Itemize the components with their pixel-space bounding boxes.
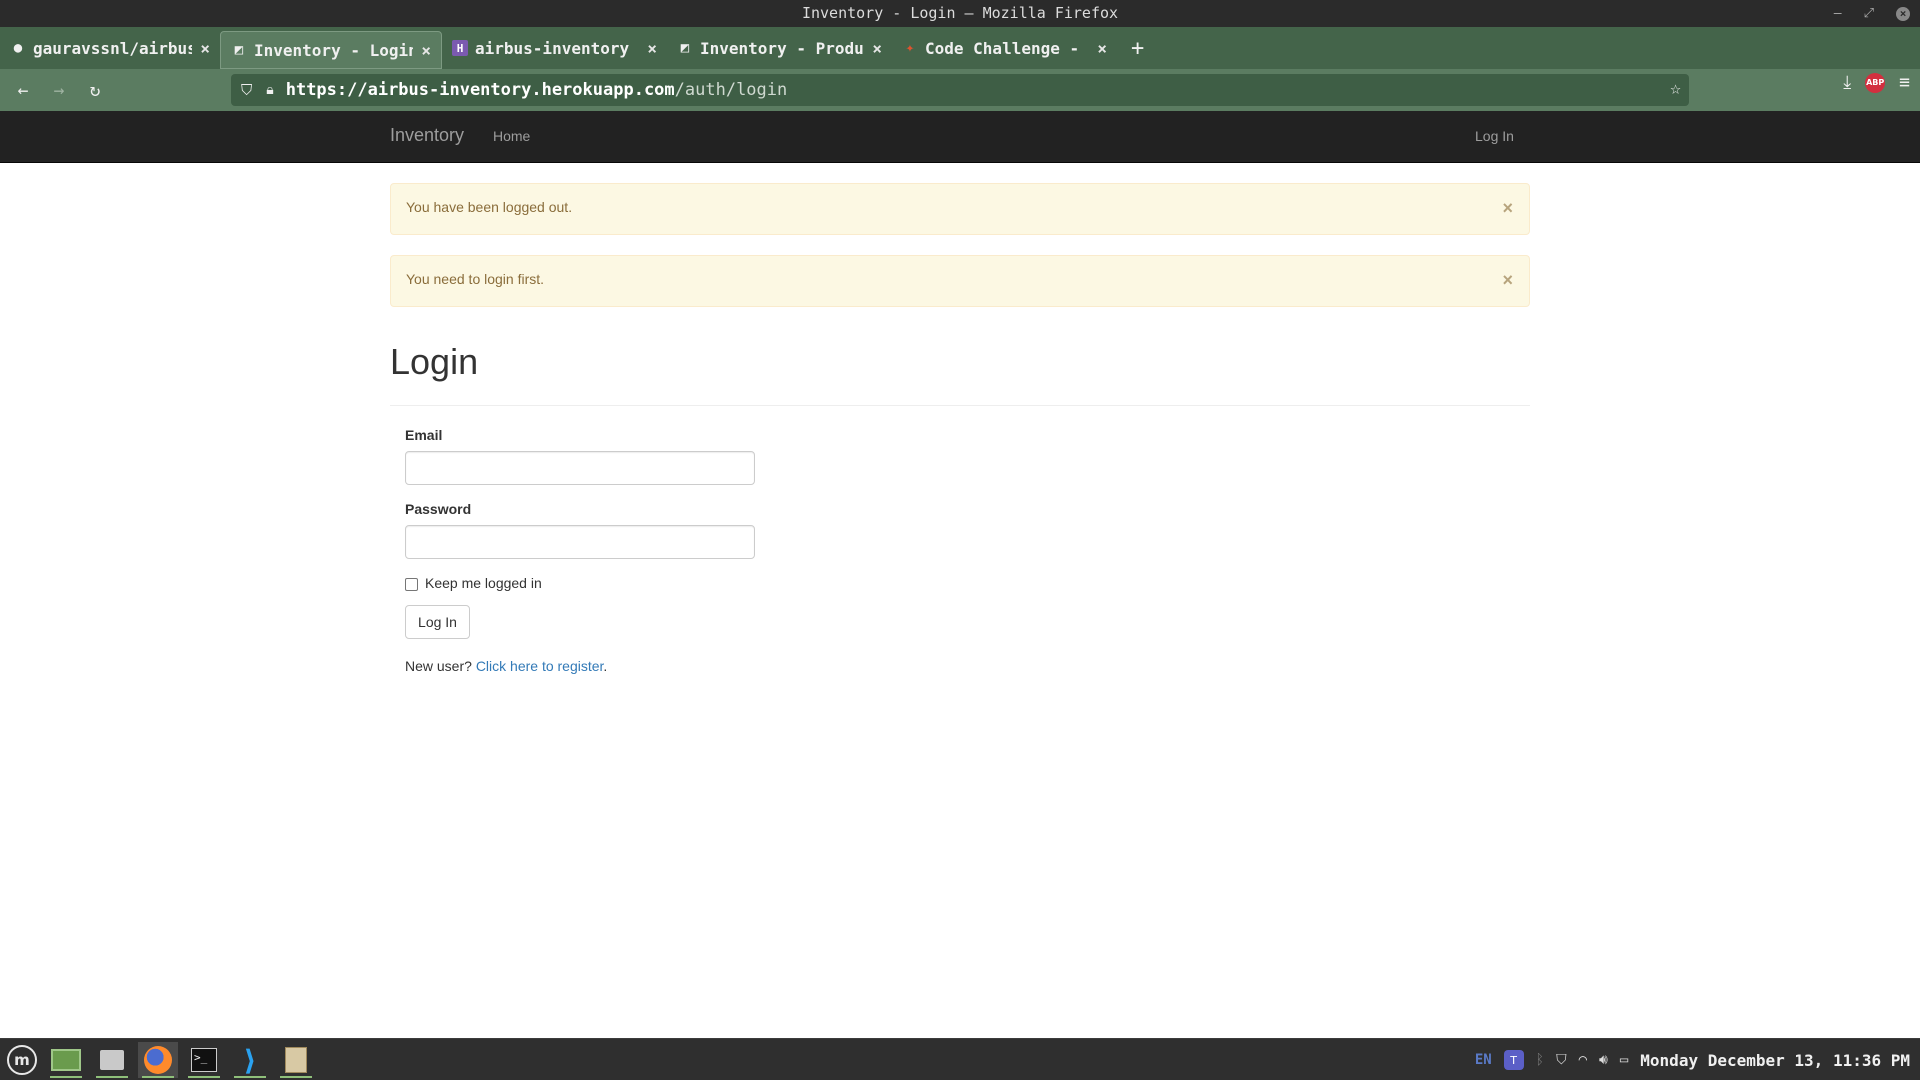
page-title: Login (390, 341, 479, 382)
register-line: New user? Click here to register. (405, 658, 607, 674)
tab-close-icon[interactable]: × (200, 39, 210, 58)
battery-icon[interactable]: ▭ (1620, 1052, 1628, 1068)
url-domain: https://airbus-inventory.herokuapp.com (285, 80, 675, 100)
alert-close-icon[interactable]: × (1502, 271, 1513, 289)
alert-close-icon[interactable]: × (1502, 199, 1513, 217)
divider (390, 405, 1530, 406)
web-page: Inventory Home Log In You have been logg… (0, 111, 1920, 1038)
tab-strip: ● gauravssnl/airbus- × ◩ Inventory - Log… (0, 27, 1920, 69)
tab-close-icon[interactable]: × (1097, 39, 1107, 58)
login-submit-button[interactable]: Log In (405, 605, 470, 639)
register-suffix: . (603, 658, 608, 674)
maximize-icon[interactable]: ⤢ (1864, 0, 1874, 27)
tab-close-icon[interactable]: × (421, 41, 431, 60)
url-bar[interactable]: ⛉ 🔒︎ https://airbus-inventory.herokuapp.… (231, 74, 1689, 106)
tab-inventory-products[interactable]: ◩ Inventory - Produc × (667, 29, 892, 67)
email-label: Email (405, 427, 443, 443)
window-controls: – ⤢ × (1834, 0, 1910, 27)
brand-link[interactable]: Inventory (390, 125, 464, 146)
window-title: Inventory - Login — Mozilla Firefox (801, 4, 1119, 22)
teams-icon[interactable]: T (1503, 1050, 1524, 1070)
vscode-icon: ⟩ (243, 1043, 257, 1077)
tab-title: airbus-inventory (475, 38, 630, 58)
alert-text: You need to login first. (406, 271, 545, 287)
nav-home-link[interactable]: Home (493, 128, 530, 144)
tab-github[interactable]: ● gauravssnl/airbus- × (0, 29, 220, 67)
tab-close-icon[interactable]: × (647, 39, 657, 58)
mint-menu-button[interactable]: m (2, 1042, 42, 1078)
wifi-icon[interactable]: ◠ (1579, 1052, 1587, 1068)
tab-title: Code Challenge - 2 (925, 38, 1090, 58)
system-tray: EN T ᛒ ⛉ ◠ 🔊︎ ▭ Monday December 13, 11:3… (1475, 1039, 1910, 1080)
tab-inventory-login[interactable]: ◩ Inventory - Login × (220, 31, 442, 69)
forward-icon[interactable]: → (41, 72, 77, 108)
heroku-icon: H (452, 40, 468, 56)
show-desktop-button[interactable] (46, 1042, 86, 1078)
nav-login-link[interactable]: Log In (1475, 128, 1514, 144)
files-button[interactable] (92, 1042, 132, 1078)
tab-heroku[interactable]: H airbus-inventory × (442, 29, 667, 67)
clock[interactable]: Monday December 13, 11:36 PM (1640, 1051, 1910, 1070)
taskbar: m >_ ⟩ EN T ᛒ ⛉ ◠ 🔊︎ ▭ Monday December 1… (0, 1038, 1920, 1080)
close-window-icon[interactable]: × (1896, 6, 1910, 21)
github-icon: ● (13, 40, 23, 56)
adblock-icon[interactable]: ABP (1865, 72, 1886, 93)
minimize-icon[interactable]: – (1834, 0, 1842, 27)
firefox-button[interactable] (138, 1042, 178, 1078)
reload-icon[interactable]: ↻ (77, 72, 113, 108)
url-text[interactable]: https://airbus-inventory.herokuapp.com/a… (286, 80, 788, 100)
new-tab-icon[interactable]: + (1131, 36, 1144, 61)
menu-icon[interactable]: ≡ (1899, 72, 1910, 93)
tab-title: Inventory - Produc (700, 38, 865, 58)
vscode-button[interactable]: ⟩ (230, 1042, 270, 1078)
page-icon: ◩ (234, 42, 244, 58)
register-link[interactable]: Click here to register (476, 658, 604, 674)
bluetooth-icon[interactable]: ᛒ (1536, 1052, 1544, 1068)
lock-icon[interactable]: 🔒︎ (266, 82, 273, 98)
window-titlebar: Inventory - Login — Mozilla Firefox – ⤢ … (0, 0, 1920, 27)
notes-icon (285, 1047, 307, 1073)
tab-title: gauravssnl/airbus- (33, 38, 193, 58)
password-label: Password (405, 501, 472, 517)
url-path: /auth/login (674, 80, 788, 100)
navigation-toolbar: ← → ↻ ⛉ 🔒︎ https://airbus-inventory.hero… (0, 69, 1920, 111)
bookmark-star-icon[interactable]: ☆ (1670, 78, 1681, 99)
site-navbar: Inventory Home Log In (0, 111, 1920, 163)
terminal-button[interactable]: >_ (184, 1042, 224, 1078)
register-prefix: New user? (405, 658, 476, 674)
page-icon: ◩ (680, 40, 690, 56)
firefox-icon (144, 1046, 172, 1074)
files-icon (100, 1050, 124, 1070)
alert-logged-out: You have been logged out. × (390, 183, 1530, 235)
email-field[interactable] (405, 451, 755, 485)
desktop-icon (51, 1049, 81, 1071)
toolbar-right: ⤓ ABP ≡ (1843, 72, 1910, 93)
keyboard-layout-indicator[interactable]: EN (1475, 1052, 1492, 1068)
back-icon[interactable]: ← (5, 72, 41, 108)
tab-close-icon[interactable]: × (872, 39, 882, 58)
shield-tray-icon[interactable]: ⛉ (1556, 1052, 1567, 1068)
alert-login-first: You need to login first. × (390, 255, 1530, 307)
terminal-icon: >_ (191, 1048, 217, 1072)
tab-code-challenge[interactable]: ✦ Code Challenge - 2 × (892, 29, 1117, 67)
mint-logo-icon: m (7, 1045, 37, 1075)
remember-me-checkbox[interactable] (405, 578, 418, 591)
remember-me-label[interactable]: Keep me logged in (425, 575, 542, 591)
notes-button[interactable] (276, 1042, 316, 1078)
volume-icon[interactable]: 🔊︎ (1599, 1052, 1608, 1068)
alert-text: You have been logged out. (406, 199, 573, 215)
tab-title: Inventory - Login (254, 40, 414, 60)
password-field[interactable] (405, 525, 755, 559)
download-icon[interactable]: ⤓ (1843, 72, 1851, 93)
remember-me-row[interactable]: Keep me logged in (405, 575, 542, 591)
colorful-icon: ✦ (905, 40, 915, 56)
shield-icon[interactable]: ⛉ (241, 81, 252, 99)
